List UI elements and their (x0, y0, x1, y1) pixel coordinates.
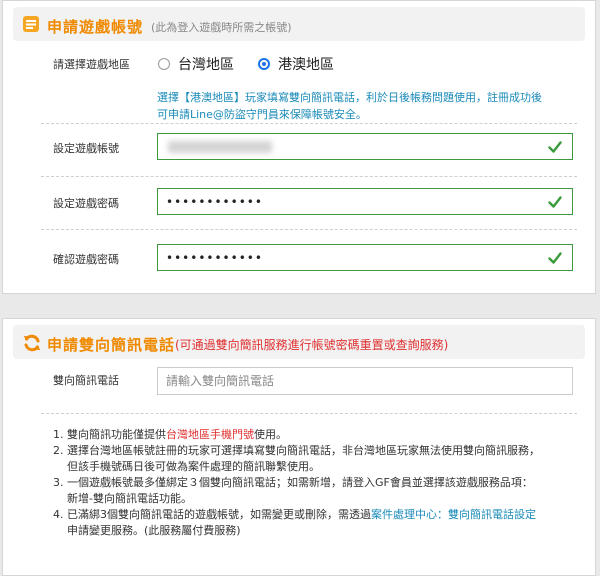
account-section-title: 申請遊戲帳號 (47, 18, 144, 36)
notepad-icon (23, 16, 39, 32)
sms-notes-list: 1. 雙向簡訊功能僅提供台灣地區手機門號使用。 2. 選擇台灣地區帳號註冊的玩家… (53, 427, 583, 539)
list-item: 1. 雙向簡訊功能僅提供台灣地區手機門號使用。 (53, 427, 583, 443)
sms-panel: 申請雙向簡訊電話 (可通過雙向簡訊服務進行帳號密碼重置或查詢服務) 雙向簡訊電話… (2, 318, 596, 576)
refresh-icon (23, 334, 41, 352)
region-option-hkmacau[interactable]: 港澳地區 (258, 54, 334, 74)
region-hint-line2: 可申請Line@防盜守門員來保障帳號安全。 (157, 108, 367, 121)
note-text: 申請變更服務。(此服務屬付費服務) (67, 524, 241, 537)
account-panel: 申請遊戲帳號 (此為登入遊戲時所需之帳號) 請選擇遊戲地區 台灣地區 港澳地區 … (2, 0, 596, 294)
list-number: 1. (53, 428, 64, 441)
list-number: 4. (53, 508, 64, 521)
region-option-taiwan-label: 台灣地區 (178, 57, 234, 73)
sms-section-header: 申請雙向簡訊電話 (可通過雙向簡訊服務進行帳號密碼重置或查詢服務) (13, 325, 585, 359)
case-center-link[interactable]: 案件處理中心：雙向簡訊電話設定 (371, 508, 536, 521)
list-item: 2. 選擇台灣地區帳號註冊的玩家可選擇填寫雙向簡訊電話，非台灣地區玩家無法使用雙… (53, 443, 583, 475)
password-field[interactable]: •••••••••••• (157, 188, 573, 215)
confirm-password-label: 確認遊戲密碼 (53, 253, 119, 266)
note-text: 但該手機號碼日後可做為案件處理的簡訊聯繫使用。 (67, 460, 320, 473)
password-label: 設定遊戲密碼 (53, 197, 119, 210)
note-text: 新增-雙向簡訊電話功能。 (67, 492, 192, 505)
account-section-header: 申請遊戲帳號 (此為登入遊戲時所需之帳號) (13, 7, 585, 41)
account-label: 設定遊戲帳號 (53, 142, 119, 155)
region-label: 請選擇遊戲地區 (53, 58, 130, 71)
check-icon (548, 141, 562, 153)
account-section-note: (此為登入遊戲時所需之帳號) (151, 21, 292, 34)
phone-input[interactable] (157, 367, 573, 395)
redacted-account-value (168, 141, 272, 153)
note-highlight: 台灣地區手機門號 (166, 428, 254, 441)
check-icon (548, 252, 562, 264)
note-text: 使用。 (254, 428, 287, 441)
note-text: 雙向簡訊功能僅提供 (67, 428, 166, 441)
sms-section-title: 申請雙向簡訊電話 (47, 336, 176, 354)
radio-selected-icon (258, 58, 270, 70)
radio-unselected-icon (158, 58, 170, 70)
confirm-password-field[interactable]: •••••••••••• (157, 244, 573, 271)
phone-label: 雙向簡訊電話 (53, 374, 119, 387)
note-text: 選擇台灣地區帳號註冊的玩家可選擇填寫雙向簡訊電話，非台灣地區玩家無法使用雙向簡訊… (67, 444, 540, 457)
note-text: 一個遊戲帳號最多僅綁定３個雙向簡訊電話；如需新增，請登入GF會員並選擇該遊戲服務… (67, 476, 533, 489)
list-number: 3. (53, 476, 64, 489)
divider (41, 413, 577, 414)
region-option-taiwan[interactable]: 台灣地區 (158, 54, 234, 74)
list-number: 2. (53, 444, 64, 457)
sms-section-note: (可通過雙向簡訊服務進行帳號密碼重置或查詢服務) (175, 338, 449, 352)
note-text: 已滿綁3個雙向簡訊電話的遊戲帳號，如需變更或刪除，需透過 (67, 508, 371, 521)
divider (41, 229, 577, 230)
list-item: 3. 一個遊戲帳號最多僅綁定３個雙向簡訊電話；如需新增，請登入GF會員並選擇該遊… (53, 475, 583, 507)
region-hint: 選擇【港澳地區】玩家填寫雙向簡訊電話，利於日後帳務問題使用，註冊成功後 可申請L… (157, 89, 577, 123)
divider (41, 123, 577, 124)
region-option-hkmacau-label: 港澳地區 (278, 57, 334, 73)
divider (41, 176, 577, 177)
account-field[interactable] (157, 133, 573, 160)
password-value: •••••••••••• (166, 195, 263, 209)
list-item: 4. 已滿綁3個雙向簡訊電話的遊戲帳號，如需變更或刪除，需透過案件處理中心：雙向… (53, 507, 583, 539)
region-hint-line1: 選擇【港澳地區】玩家填寫雙向簡訊電話，利於日後帳務問題使用，註冊成功後 (157, 91, 542, 104)
confirm-password-value: •••••••••••• (166, 251, 263, 265)
check-icon (548, 196, 562, 208)
